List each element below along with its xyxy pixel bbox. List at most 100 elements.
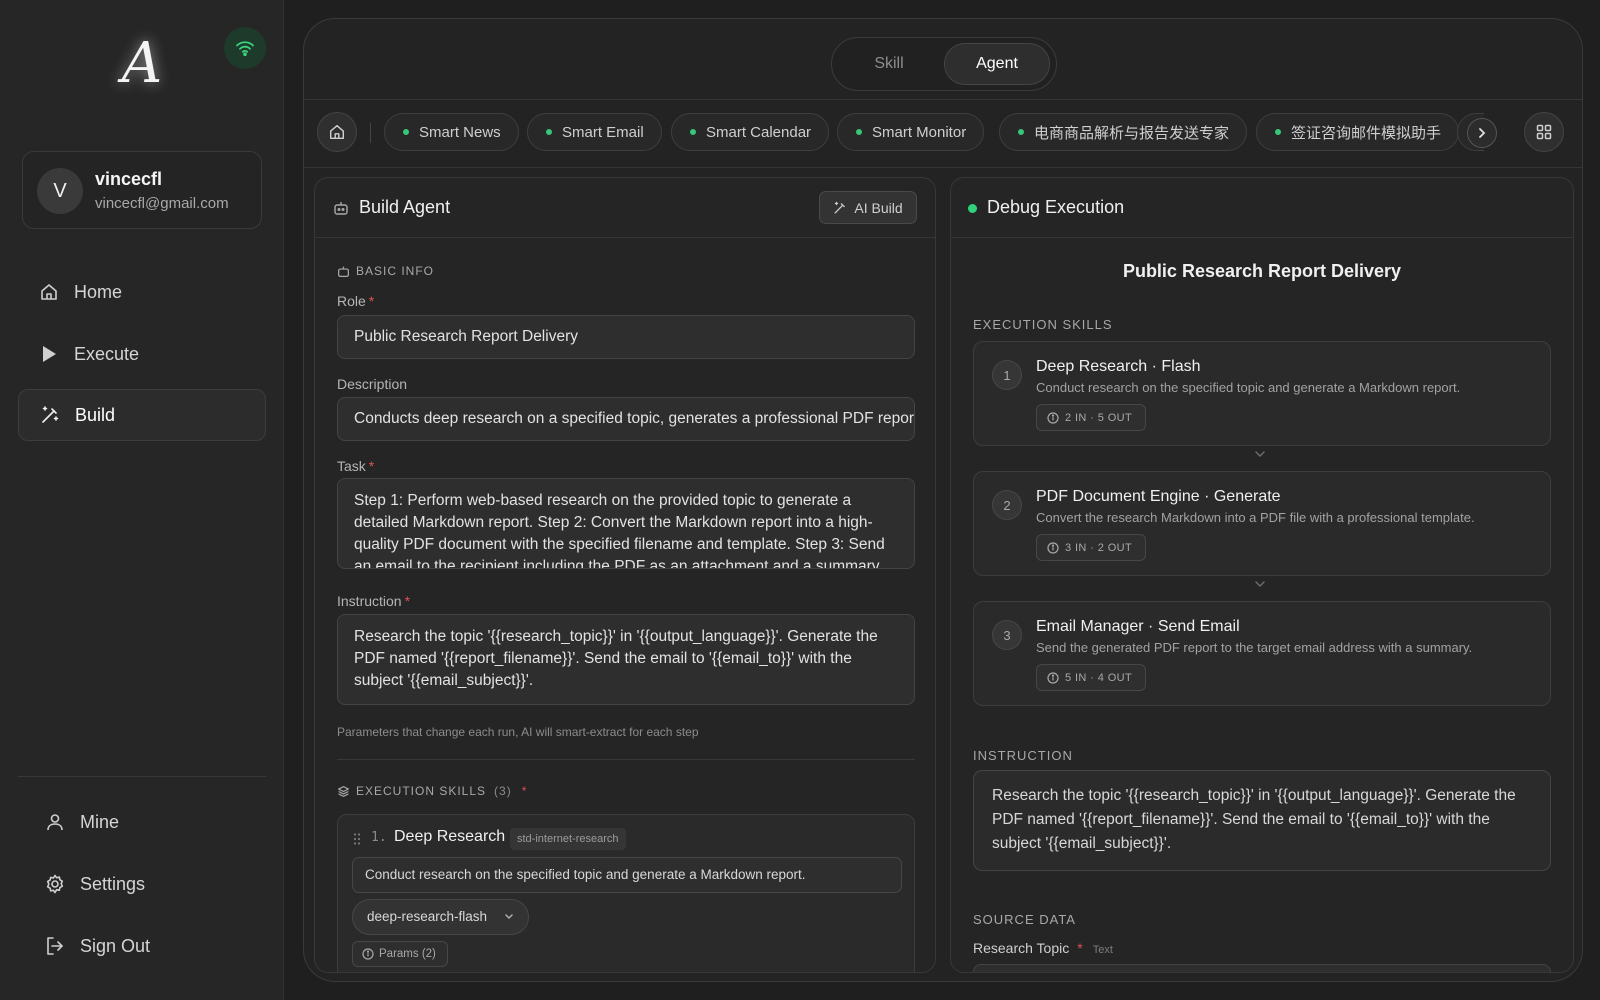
skills-count: (3) <box>494 784 512 798</box>
step-description: Convert the research Markdown into a PDF… <box>1036 510 1475 525</box>
nav-build-label: Build <box>75 404 116 425</box>
params-label: Params (2) <box>379 948 436 960</box>
info-icon <box>1047 411 1059 424</box>
nav-sign-out[interactable]: Sign Out <box>18 920 266 972</box>
label-text: Task <box>337 458 366 474</box>
chip-label: Smart Email <box>562 123 644 141</box>
section-label-text: BASIC INFO <box>356 264 435 278</box>
role-input[interactable]: Public Research Report Delivery <box>337 315 915 359</box>
execution-skills-label: EXECUTION SKILLS <box>973 317 1113 332</box>
agent-chip-smart-news[interactable]: Smart News <box>384 113 519 151</box>
instruction-label: Instruction * <box>337 593 410 609</box>
status-dot <box>690 129 696 135</box>
description-label: Description <box>337 376 407 392</box>
divider <box>370 123 371 143</box>
panel-title: Debug Execution <box>987 197 1125 217</box>
chip-label: 签证咨询邮件模拟助手 <box>1291 124 1442 142</box>
chip-label: Smart News <box>419 123 501 141</box>
step-number: 1 <box>992 360 1022 390</box>
instruction-textarea[interactable]: Research the topic '{{research_topic}}' … <box>337 614 915 705</box>
mode-toggle: Skill Agent <box>831 37 1057 91</box>
info-icon <box>1047 541 1059 554</box>
params-button[interactable]: Params (2) <box>352 941 448 967</box>
magic-wand-icon <box>39 404 61 426</box>
instruction-hint: Parameters that change each run, AI will… <box>337 725 699 739</box>
panel-title: Build Agent <box>359 197 451 217</box>
execution-step-card[interactable]: 3 Email Manager · Send Email Send the ge… <box>973 601 1551 706</box>
status-dot <box>1018 129 1024 135</box>
field-type-tag: Text <box>1092 944 1113 956</box>
step-number: 3 <box>992 620 1022 650</box>
required-mark: * <box>521 784 528 798</box>
basic-info-label: BASIC INFO <box>337 264 434 278</box>
ai-build-label: AI Build <box>854 199 903 216</box>
status-dot <box>968 204 977 213</box>
execution-step-card[interactable]: 1 Deep Research · Flash Conduct research… <box>973 341 1551 446</box>
grid-view-button[interactable] <box>1524 112 1564 152</box>
required-mark: * <box>1077 940 1083 956</box>
chevron-right-icon <box>1479 128 1486 138</box>
io-badge[interactable]: 2 IN · 5 OUT <box>1036 404 1146 431</box>
required-mark: * <box>368 458 375 474</box>
nav-execute[interactable]: Execute <box>18 328 266 380</box>
io-badge[interactable]: 5 IN · 4 OUT <box>1036 664 1146 691</box>
app-logo[interactable]: A <box>112 32 172 96</box>
agent-chip-visa-email[interactable]: 签证咨询邮件模拟助手 <box>1256 113 1460 151</box>
step-title: Deep Research · Flash <box>1036 358 1201 375</box>
execution-step-card[interactable]: 2 PDF Document Engine · Generate Convert… <box>973 471 1551 576</box>
step-description: Conduct research on the specified topic … <box>1036 380 1461 395</box>
instruction-preview: Research the topic '{{research_topic}}' … <box>973 770 1551 871</box>
user-name: vincecfl <box>95 169 163 189</box>
agent-heading: Public Research Report Delivery <box>1122 261 1402 281</box>
debug-execution-panel: Debug Execution Public Research Report D… <box>950 177 1574 973</box>
nav-mine[interactable]: Mine <box>18 796 266 848</box>
panel-header: Debug Execution <box>951 178 1573 238</box>
tab-agent[interactable]: Agent <box>944 43 1050 85</box>
nav-sign-out-label: Sign Out <box>80 935 151 956</box>
nav-build[interactable]: Build <box>18 389 266 441</box>
agent-chip-smart-monitor[interactable]: Smart Monitor <box>837 113 985 151</box>
chevron-down-icon <box>504 900 514 934</box>
tab-skill[interactable]: Skill <box>838 43 940 85</box>
agent-chip-smart-calendar[interactable]: Smart Calendar <box>671 113 830 151</box>
io-label: 5 IN · 4 OUT <box>1065 671 1133 684</box>
step-number: 2 <box>992 490 1022 520</box>
skill-description-input[interactable]: Conduct research on the specified topic … <box>352 857 902 893</box>
label-text: Research Topic <box>973 940 1070 956</box>
research-topic-input[interactable] <box>973 964 1551 972</box>
logout-icon <box>44 935 66 957</box>
agent-chip-ecommerce-report[interactable]: 电商商品解析与报告发送专家 <box>999 113 1248 151</box>
build-agent-panel: Build Agent AI Build BASIC INFO Role * Pu… <box>314 177 936 973</box>
label-text: Role <box>337 293 366 309</box>
drag-handle-icon[interactable] <box>352 832 362 846</box>
task-textarea[interactable]: Step 1: Perform web-based research on th… <box>337 478 915 569</box>
status-dot <box>1275 129 1281 135</box>
scroll-next-button[interactable] <box>1467 118 1497 148</box>
nav-home[interactable]: Home <box>18 266 266 318</box>
user-card[interactable]: V vincecfl vincecfl@gmail.com <box>22 151 262 229</box>
grid-icon <box>1536 124 1552 140</box>
ai-build-button[interactable]: AI Build <box>819 191 917 224</box>
user-email: vincecfl@gmail.com <box>95 195 229 212</box>
user-icon <box>44 811 66 833</box>
info-icon <box>362 948 374 960</box>
chip-label: Smart Calendar <box>706 123 812 141</box>
step-title: Email Manager · Send Email <box>1036 618 1240 635</box>
chip-label: Smart Monitor <box>872 123 967 141</box>
io-badge[interactable]: 3 IN · 2 OUT <box>1036 534 1146 561</box>
wifi-icon[interactable] <box>224 27 266 69</box>
home-button[interactable] <box>317 112 357 152</box>
description-input[interactable]: Conducts deep research on a specified to… <box>337 397 915 441</box>
home-icon <box>329 124 345 140</box>
robot-icon <box>337 265 350 278</box>
nav-settings[interactable]: Settings <box>18 858 266 910</box>
skill-variant-select[interactable]: deep-research-flash <box>352 899 529 935</box>
section-label-text: EXECUTION SKILLS <box>356 784 487 798</box>
role-label: Role * <box>337 293 374 309</box>
required-mark: * <box>368 293 375 309</box>
agent-chip-smart-email[interactable]: Smart Email <box>527 113 662 151</box>
play-icon <box>38 343 60 365</box>
skill-index: 1. <box>371 830 387 845</box>
nav-mine-label: Mine <box>80 811 120 832</box>
gear-icon <box>44 873 66 895</box>
